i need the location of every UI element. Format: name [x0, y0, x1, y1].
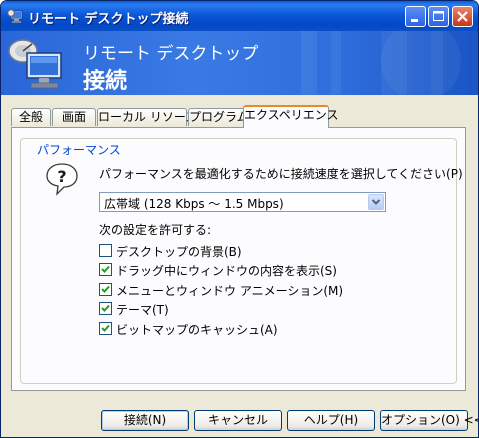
banner-subtitle: 接続: [83, 69, 128, 94]
option-label: テーマ(T): [116, 303, 169, 317]
option-label: デスクトップの背景(B): [116, 245, 242, 259]
minimize-button[interactable]: [405, 6, 426, 27]
tab-experience[interactable]: エクスペリエンス: [243, 105, 339, 128]
checkmark-icon: [101, 324, 110, 332]
remote-desktop-app-icon: [7, 9, 23, 23]
connection-speed-select[interactable]: 広帯域 (128 Kbps ～ 1.5 Mbps): [99, 192, 386, 212]
window-title: リモート デスクトップ接続: [28, 12, 189, 27]
checkbox[interactable]: [99, 302, 112, 315]
option-label: ビットマップのキャッシュ(A): [116, 323, 278, 337]
checkbox[interactable]: [99, 263, 112, 276]
chevron-down-icon: [371, 199, 381, 205]
cancel-button[interactable]: キャンセル: [194, 410, 282, 431]
title-bar[interactable]: リモート デスクトップ接続: [1, 1, 478, 31]
options-button[interactable]: オプション(O) <<: [380, 410, 478, 431]
minimize-icon: [411, 19, 418, 22]
close-icon: [457, 11, 468, 22]
checkmark-icon: [101, 304, 110, 312]
tab-general[interactable]: 全般: [11, 108, 51, 126]
connection-speed-label: パフォーマンスを最適化するために接続速度を選択してください(P): [99, 167, 463, 181]
performance-group-title: パフォーマンス: [35, 141, 123, 158]
help-button[interactable]: ヘルプ(H): [287, 410, 375, 431]
tab-display[interactable]: 画面: [52, 108, 96, 126]
remote-desktop-logo-icon: [8, 39, 62, 89]
option-label: ドラッグ中にウィンドウの内容を表示(S): [116, 264, 337, 278]
tab-programs[interactable]: プログラム: [188, 108, 249, 126]
checkmark-icon: [101, 265, 110, 273]
banner-decoration: [301, 31, 461, 95]
tab-local-resources[interactable]: ローカル リソース: [97, 108, 197, 126]
remote-desktop-window: リモート デスクトップ接続 リモート デスクトップ 接続 全般 画面 ローカル …: [0, 0, 479, 438]
help-question-icon: ?: [46, 163, 78, 196]
maximize-icon: [433, 11, 444, 21]
banner-title: リモート デスクトップ: [83, 44, 259, 64]
checkbox[interactable]: [99, 244, 112, 257]
maximize-button[interactable]: [428, 6, 449, 27]
experience-panel: パフォーマンス ? パフォーマンスを最適化するために接続速度を選択してください(…: [11, 127, 466, 391]
allow-settings-label: 次の設定を許可する:: [99, 223, 212, 237]
checkbox[interactable]: [99, 283, 112, 296]
checkmark-icon: [101, 285, 110, 293]
close-button[interactable]: [452, 6, 473, 27]
checkbox[interactable]: [99, 322, 112, 335]
connection-speed-value: 広帯域 (128 Kbps ～ 1.5 Mbps): [104, 197, 284, 211]
header-banner: リモート デスクトップ 接続: [1, 31, 478, 95]
svg-text:?: ?: [57, 167, 66, 186]
connect-button[interactable]: 接続(N): [101, 410, 189, 431]
dropdown-button[interactable]: [368, 194, 384, 210]
performance-group: パフォーマンス ? パフォーマンスを最適化するために接続速度を選択してください(…: [20, 138, 463, 384]
option-label: メニューとウィンドウ アニメーション(M): [116, 284, 344, 298]
